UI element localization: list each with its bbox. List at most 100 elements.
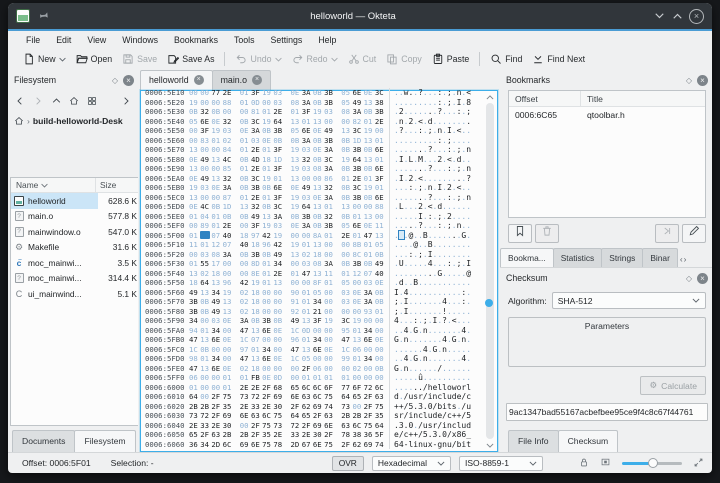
hex-byte[interactable]: 13 bbox=[375, 231, 386, 241]
hex-byte[interactable]: 47 bbox=[189, 335, 200, 345]
hex-byte[interactable]: 03 bbox=[200, 183, 211, 193]
hex-byte[interactable]: 13 bbox=[211, 155, 222, 165]
hex-byte[interactable]: 1C bbox=[240, 335, 251, 345]
hex-byte[interactable]: 2E bbox=[251, 193, 262, 203]
hex-byte[interactable]: 49 bbox=[200, 174, 211, 184]
hex-byte[interactable]: 13 bbox=[189, 145, 200, 155]
hex-byte[interactable]: 19 bbox=[291, 164, 302, 174]
hex-row[interactable]: 0006:5F3001551700008D01340003083A0B3B0B4… bbox=[142, 259, 482, 269]
hex-byte[interactable]: 0B bbox=[375, 288, 386, 298]
hex-byte[interactable]: 3B bbox=[324, 136, 335, 146]
ascii-column[interactable]: .......?...:.;.n bbox=[389, 145, 471, 155]
hex-byte[interactable]: 0B bbox=[313, 155, 324, 165]
hex-byte[interactable]: 0B bbox=[211, 107, 222, 117]
hex-byte[interactable]: 00 bbox=[324, 250, 335, 260]
hex-byte[interactable]: 01 bbox=[291, 107, 302, 117]
hex-byte[interactable]: 00 bbox=[223, 107, 234, 117]
hex-byte[interactable]: 3F bbox=[251, 221, 262, 231]
hex-byte[interactable]: 75 bbox=[273, 411, 284, 421]
ascii-char[interactable]: . bbox=[466, 136, 471, 146]
ascii-column[interactable]: e/c++/5.3.0/x86_ bbox=[389, 430, 471, 440]
hex-byte[interactable]: 06 bbox=[189, 373, 200, 383]
hex-byte[interactable]: 2F bbox=[251, 421, 262, 431]
hex-byte[interactable]: 49 bbox=[211, 297, 222, 307]
hex-byte[interactable]: 64 bbox=[352, 155, 363, 165]
hex-byte[interactable]: 00 bbox=[223, 345, 234, 355]
hex-byte[interactable]: 0E bbox=[313, 145, 324, 155]
hex-byte[interactable]: 12 bbox=[211, 240, 222, 250]
hex-byte[interactable]: 00 bbox=[200, 164, 211, 174]
hex-byte[interactable]: 00 bbox=[240, 421, 251, 431]
hex-byte[interactable]: 0B bbox=[262, 126, 273, 136]
hex-byte[interactable]: 19 bbox=[364, 126, 375, 136]
hex-byte[interactable]: 5F bbox=[375, 430, 386, 440]
hex-byte[interactable]: 19 bbox=[341, 155, 352, 165]
hex-byte[interactable]: 1C bbox=[291, 326, 302, 336]
hex-byte[interactable]: 2B bbox=[240, 430, 251, 440]
hex-byte[interactable]: 32 bbox=[251, 202, 262, 212]
hex-byte[interactable]: 0B bbox=[313, 221, 324, 231]
ascii-column[interactable]: .I.L.M...2.<.d.. bbox=[389, 155, 471, 165]
ascii-column[interactable]: .....I.:.;.2.... bbox=[389, 212, 471, 222]
hex-byte[interactable]: 0B bbox=[189, 107, 200, 117]
hex-byte[interactable]: 00 bbox=[240, 269, 251, 279]
hex-byte[interactable]: 18 bbox=[240, 231, 251, 241]
ascii-char[interactable]: d bbox=[466, 421, 471, 431]
hex-byte[interactable]: 08 bbox=[211, 250, 222, 260]
hex-byte[interactable]: 08 bbox=[313, 164, 324, 174]
hex-byte[interactable]: 3C bbox=[352, 126, 363, 136]
hex-byte[interactable]: 18 bbox=[251, 307, 262, 317]
ascii-column[interactable]: .?...:.;.n.I.<.. bbox=[389, 126, 471, 136]
hex-byte[interactable]: 00 bbox=[352, 202, 363, 212]
file-row-ui-mainwind-[interactable]: Cui_mainwind...5.1 K bbox=[11, 286, 138, 302]
hex-byte[interactable]: 6E bbox=[262, 326, 273, 336]
hex-row[interactable]: 0006:5EA00E4913320B3C190113000086012E013… bbox=[142, 174, 482, 184]
hex-byte[interactable]: 19 bbox=[189, 98, 200, 108]
hex-row[interactable]: 0006:6000010000012E2E2F68656C6C6F776F726… bbox=[142, 383, 482, 393]
hex-row[interactable]: 0006:5E2019000088010D0003083A0B3B0549133… bbox=[142, 98, 482, 108]
hex-byte[interactable]: 0B bbox=[375, 297, 386, 307]
hex-byte[interactable]: 6E bbox=[211, 335, 222, 345]
hex-byte[interactable]: 0B bbox=[313, 98, 324, 108]
hex-row[interactable]: 0006:5F703B0B49130218000091013400030E3A0… bbox=[142, 297, 482, 307]
hex-byte[interactable]: 6E bbox=[262, 354, 273, 364]
hex-byte[interactable]: 00 bbox=[291, 231, 302, 241]
hex-byte[interactable]: 00 bbox=[324, 240, 335, 250]
hex-byte[interactable]: 00 bbox=[291, 278, 302, 288]
hex-byte[interactable]: 18 bbox=[313, 250, 324, 260]
hex-byte[interactable]: 0B bbox=[240, 174, 251, 184]
hex-byte[interactable]: 34 bbox=[211, 354, 222, 364]
hex-byte[interactable]: 01 bbox=[262, 164, 273, 174]
hex-byte[interactable]: 18 bbox=[251, 364, 262, 374]
hex-byte[interactable]: 34 bbox=[200, 440, 211, 450]
hex-byte[interactable]: 0D bbox=[273, 373, 284, 383]
hex-byte[interactable]: 13 bbox=[364, 98, 375, 108]
hex-byte[interactable]: 01 bbox=[302, 297, 313, 307]
hex-byte[interactable]: 2B bbox=[200, 402, 211, 412]
hex-byte[interactable]: 6C bbox=[262, 411, 273, 421]
hex-row[interactable]: 0006:5FB047136E0E1C0700009601340047136E0… bbox=[142, 335, 482, 345]
hex-byte[interactable]: 0E bbox=[352, 288, 363, 298]
menu-item-edit[interactable]: Edit bbox=[48, 33, 79, 47]
hex-byte[interactable]: 19 bbox=[251, 278, 262, 288]
hex-byte[interactable]: 01 bbox=[302, 288, 313, 298]
hex-byte[interactable]: 0B bbox=[364, 259, 375, 269]
hex-byte[interactable]: 19 bbox=[262, 88, 273, 98]
hex-byte[interactable]: 06 bbox=[352, 345, 363, 355]
hex-row[interactable]: 0006:5EF00089012E003F19030E3A0B3B056E0E1… bbox=[142, 221, 482, 231]
hex-byte[interactable]: 2E bbox=[240, 402, 251, 412]
hex-byte[interactable]: 01 bbox=[251, 345, 262, 355]
hex-byte[interactable]: 6E bbox=[313, 345, 324, 355]
hex-byte[interactable]: 0E bbox=[223, 316, 234, 326]
hex-byte[interactable]: 96 bbox=[262, 240, 273, 250]
hex-byte[interactable]: 40 bbox=[375, 269, 386, 279]
hex-byte[interactable]: 2F bbox=[324, 430, 335, 440]
hex-byte[interactable]: 13 bbox=[211, 174, 222, 184]
hex-byte[interactable]: 13 bbox=[313, 117, 324, 127]
hex-byte[interactable]: 03 bbox=[364, 278, 375, 288]
hex-byte[interactable]: 73 bbox=[341, 402, 352, 412]
zoom-fit-icon[interactable] bbox=[693, 457, 704, 470]
hex-byte[interactable]: 83 bbox=[200, 136, 211, 146]
hex-byte[interactable]: 0E bbox=[223, 335, 234, 345]
hex-byte[interactable]: 13 bbox=[251, 354, 262, 364]
